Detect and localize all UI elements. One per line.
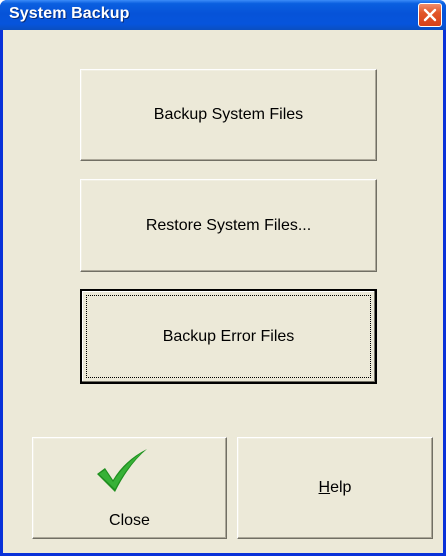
close-button-label: Close <box>109 512 150 529</box>
close-icon <box>423 8 437 22</box>
title-bar[interactable]: System Backup <box>0 0 446 30</box>
help-button-label: Help <box>318 479 352 496</box>
backup-system-files-button[interactable]: Backup System Files <box>80 69 377 161</box>
backup-system-files-label: Backup System Files <box>153 106 304 123</box>
dialog-body: Backup System Files Restore System Files… <box>3 30 443 553</box>
checkmark-icon <box>97 449 147 492</box>
close-button[interactable]: Close <box>32 437 227 539</box>
backup-error-files-button[interactable]: Backup Error Files <box>80 289 377 384</box>
backup-error-files-label: Backup Error Files <box>162 327 295 345</box>
restore-system-files-label: Restore System Files... <box>145 216 312 234</box>
system-backup-window: System Backup Backup System Files Restor… <box>0 0 446 556</box>
window-title: System Backup <box>9 5 130 22</box>
titlebar-close-button[interactable] <box>418 3 442 27</box>
restore-system-files-button[interactable]: Restore System Files... <box>80 179 377 272</box>
help-button[interactable]: Help <box>237 437 433 539</box>
